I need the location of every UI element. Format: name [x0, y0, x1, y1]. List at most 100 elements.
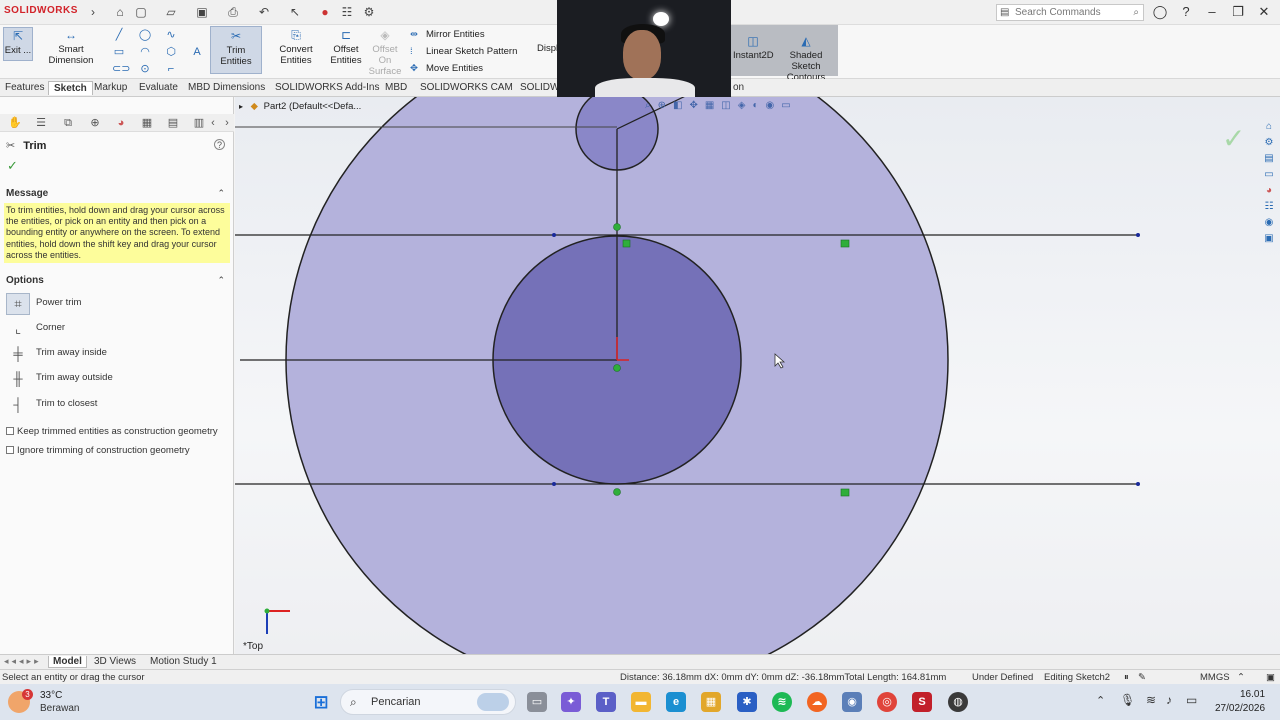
store-icon[interactable]: ▦ — [701, 692, 721, 712]
open-folder-icon[interactable]: ▱ — [164, 5, 178, 19]
tab-mbd[interactable]: MBD — [380, 81, 412, 94]
shaded-sketch-contours-button[interactable]: ◭ Shaded Sketch Contours — [775, 35, 837, 84]
instant2d-button[interactable]: ◫ Instant2D — [733, 35, 774, 62]
soundcloud-icon[interactable]: ☁ — [807, 692, 827, 712]
keep-trimmed-construction-checkbox[interactable]: Keep trimmed entities as construction ge… — [6, 426, 218, 437]
control-panel-icon[interactable]: ◉ — [842, 692, 862, 712]
tab-motion-study[interactable]: Motion Study 1 — [146, 656, 221, 667]
task-view-icon[interactable]: ▭ — [527, 692, 547, 712]
collapse-options-icon[interactable]: ⌃ — [217, 275, 225, 286]
file-properties-icon[interactable]: ☷ — [340, 5, 354, 19]
maximize-icon[interactable]: ❐ — [1228, 4, 1248, 20]
obs-icon[interactable]: ◍ — [948, 692, 968, 712]
task-pane-forum-icon[interactable]: ◉ — [1262, 215, 1276, 231]
exit-sketch-button[interactable]: ⇱ Exit ... — [3, 27, 33, 61]
restore-icon[interactable]: ▢ — [1210, 97, 1227, 98]
cam-manager-icon[interactable]: ▦ — [140, 116, 154, 130]
confirmation-check-icon[interactable]: ✓ — [1222, 122, 1245, 155]
task-pane-chat-icon[interactable]: ▣ — [1262, 231, 1276, 247]
task-pane-home-icon[interactable]: ⌂ — [1262, 119, 1276, 135]
feature-manager-icon[interactable]: ✋ — [8, 116, 22, 130]
tab-mbd-dimensions[interactable]: MBD Dimensions — [183, 81, 270, 94]
endpoint[interactable] — [1136, 482, 1140, 486]
configuration-manager-icon[interactable]: ⧉ — [61, 116, 75, 130]
save-icon[interactable]: ▣ — [195, 5, 209, 19]
section-view-icon[interactable]: ✥ — [689, 100, 704, 111]
trim-entities-button[interactable]: ✂ Trim Entities — [210, 26, 262, 74]
collapse-message-icon[interactable]: ⌃ — [217, 188, 225, 199]
circle-icon[interactable]: ◯ — [138, 28, 152, 42]
status-units[interactable]: MMGS — [1200, 672, 1230, 683]
help-icon[interactable]: ? — [214, 139, 225, 150]
copilot-icon[interactable]: ✦ — [561, 692, 581, 712]
zoom-to-fit-icon[interactable]: ⌕ — [645, 100, 658, 111]
close-view-icon[interactable]: ✕ — [1258, 97, 1274, 98]
horizontal-relation-marker[interactable] — [840, 488, 850, 497]
task-pane-appearances-icon[interactable]: ◕ — [1262, 183, 1276, 199]
tab-features[interactable]: Features — [0, 81, 49, 94]
weather-widget[interactable]: 3 33°C Berawan — [8, 688, 108, 716]
spline-icon[interactable]: ∿ — [164, 28, 178, 42]
graphics-area[interactable]: ✓ ▸ ◆ Part2 (Default<<Defa... ⌕⊕◧✥▦◫◈◐◉▭… — [235, 97, 1280, 654]
task-pane-design-library-icon[interactable]: ▤ — [1262, 151, 1276, 167]
tab-truncated-tail[interactable]: on — [728, 81, 749, 94]
tab-solidworks-addins[interactable]: SOLIDWORKS Add-Ins — [270, 81, 384, 94]
task-pane-file-explorer-icon[interactable]: ▭ — [1262, 167, 1276, 183]
tab-markup[interactable]: Markup — [89, 81, 132, 94]
rectangle-icon[interactable]: ▭ — [112, 45, 126, 59]
display-style-icon[interactable]: ◫ — [721, 100, 737, 111]
line-icon[interactable]: ╱ — [112, 28, 126, 42]
minimize-view-icon[interactable]: – — [1228, 97, 1242, 98]
endpoint[interactable] — [552, 482, 556, 486]
close-icon[interactable]: ✕ — [1254, 4, 1274, 20]
sketch-svg[interactable]: ✓ — [235, 97, 1280, 654]
solidworks-logo[interactable]: SOLIDWORKS — [4, 5, 78, 16]
linear-sketch-pattern-button[interactable]: ⁞ Linear Sketch Pattern — [410, 46, 517, 57]
coincident-marker[interactable] — [613, 364, 621, 372]
sketch-status-icon[interactable]: ✎ — [1138, 672, 1146, 683]
file-explorer-icon[interactable]: ▬ — [631, 692, 651, 712]
rebuild-status-icon[interactable]: ⏸ — [1124, 672, 1129, 683]
home-icon[interactable]: ⌂ — [113, 5, 127, 19]
options-section-header[interactable]: Options — [6, 275, 44, 286]
print-icon[interactable]: ⎙ — [226, 5, 240, 19]
rebuild-icon[interactable]: ● — [318, 5, 332, 19]
task-pane-properties-icon[interactable]: ☷ — [1262, 199, 1276, 215]
options-gear-icon[interactable]: ⚙ — [362, 5, 376, 19]
convert-entities-button[interactable]: ⎘ Convert Entities — [265, 29, 327, 67]
expand-tree-icon[interactable]: ▸ — [239, 102, 243, 111]
help-icon[interactable]: ? — [1176, 4, 1196, 19]
previous-view-icon[interactable]: ◧ — [673, 100, 689, 111]
edge-icon[interactable]: e — [666, 692, 686, 712]
dimxpert-icon[interactable]: ⊕ — [88, 116, 102, 130]
new-document-icon[interactable]: ▢ — [134, 5, 148, 19]
tab-3d-views[interactable]: 3D Views — [90, 656, 140, 667]
spotify-icon[interactable]: ≋ — [772, 692, 792, 712]
visio-like-icon[interactable]: ✱ — [737, 692, 757, 712]
move-entities-button[interactable]: ✥ Move Entities — [410, 63, 483, 74]
point-icon[interactable]: ⊙ — [138, 62, 152, 76]
feature-tree-flyout[interactable]: ▸ ◆ Part2 (Default<<Defa... — [239, 101, 361, 112]
polygon-icon[interactable]: ⬡ — [164, 45, 178, 59]
text-icon[interactable]: A — [190, 45, 204, 59]
zoom-area-icon[interactable]: ⊕ — [658, 100, 673, 111]
tab-solidworks-cam[interactable]: SOLIDWORKS CAM — [415, 81, 518, 94]
tab-evaluate[interactable]: Evaluate — [134, 81, 183, 94]
task-pane-resources-icon[interactable]: ⚙ — [1262, 135, 1276, 151]
tab-scroll-arrows[interactable]: ◂◂◂▸▸ — [4, 656, 42, 667]
wifi-icon[interactable]: ≋ — [1146, 693, 1156, 707]
view-settings-icon[interactable]: ▭ — [781, 100, 797, 111]
horizontal-relation-marker[interactable] — [840, 239, 850, 248]
windows-start-icon[interactable]: ⊞ — [311, 692, 331, 712]
select-icon[interactable]: ↖ — [288, 5, 302, 19]
scroll-left-icon[interactable]: ‹ — [206, 116, 220, 130]
tab-sketch[interactable]: Sketch — [48, 81, 93, 95]
appearance-icon[interactable]: ◐ — [752, 100, 765, 111]
clock-date[interactable]: 27/02/2026 — [1215, 703, 1265, 714]
minimize-icon[interactable]: – — [1202, 4, 1222, 19]
scroll-right-icon[interactable]: › — [220, 116, 234, 130]
solidworks-taskbar-icon[interactable]: S — [912, 692, 932, 712]
tab-model[interactable]: Model — [48, 656, 87, 668]
endpoint[interactable] — [552, 233, 556, 237]
cam-operation-icon[interactable]: ▤ — [166, 116, 180, 130]
